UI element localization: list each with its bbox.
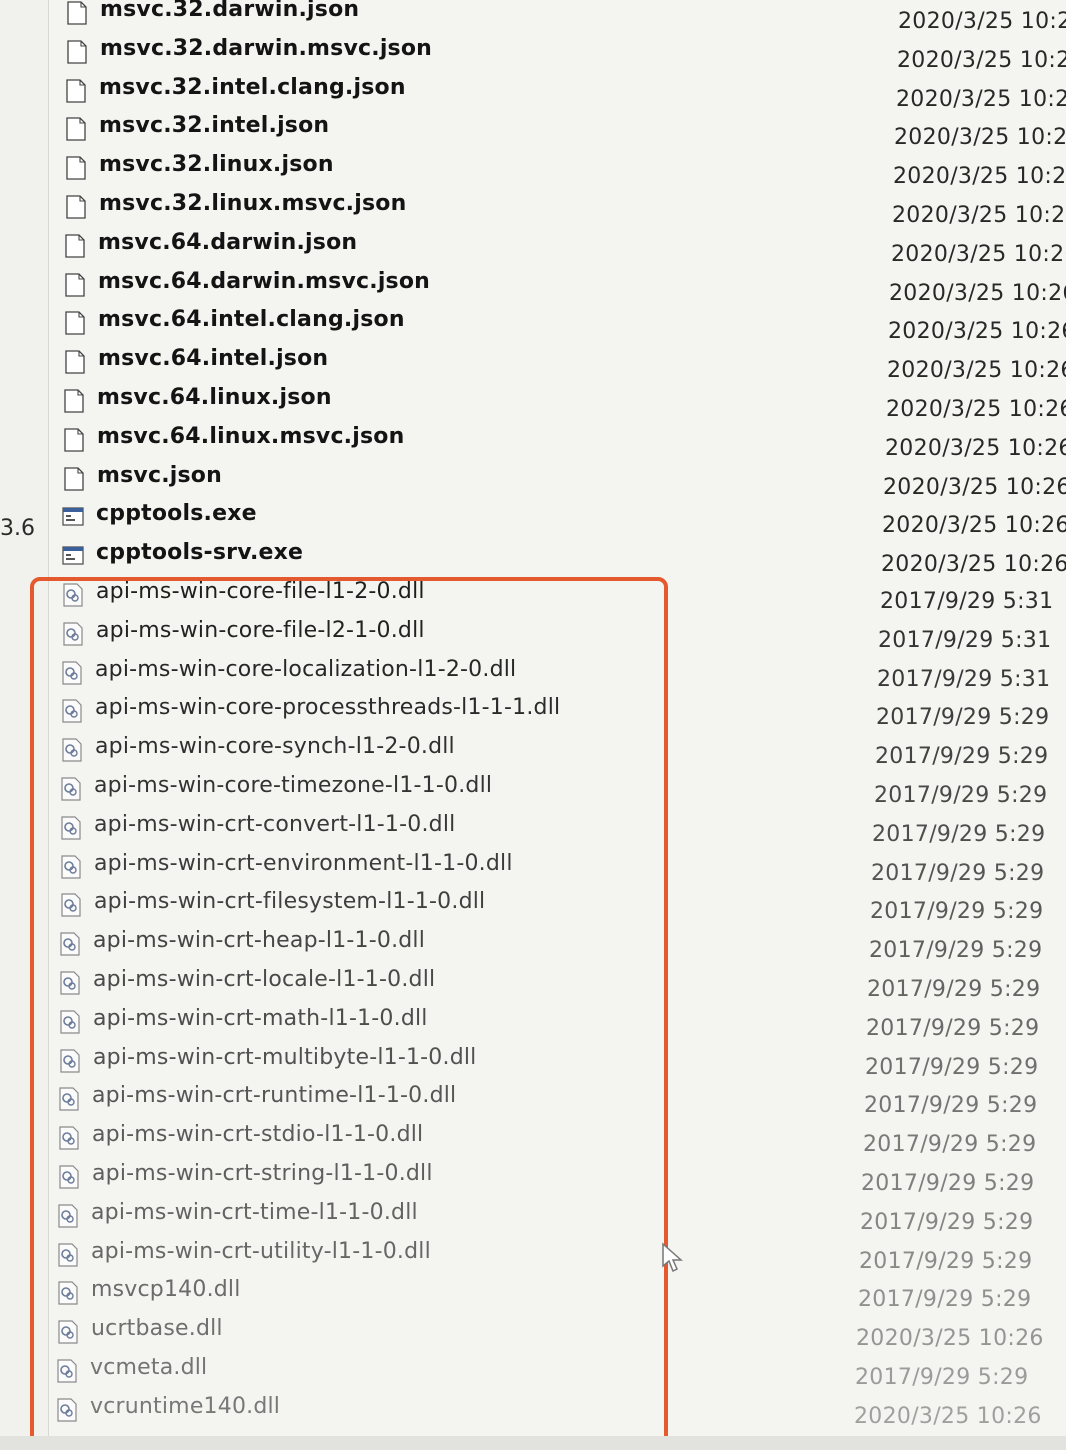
file-date-modified: 2017/9/29 5:29 (866, 1016, 1040, 1041)
json-file-icon (66, 195, 86, 219)
file-date-modified: 2020/3/25 10:26 (856, 1326, 1044, 1351)
file-date-modified: 2017/9/29 5:29 (867, 977, 1041, 1002)
file-date-modified: 2017/9/29 5:29 (859, 1249, 1033, 1274)
file-name: msvc.32.linux.json (99, 152, 334, 177)
file-date-modified: 2020/3/25 10:26 (898, 9, 1066, 34)
file-date-modified: 2020/3/25 10:26 (894, 125, 1066, 150)
file-row[interactable]: msvc.32.darwin.json 2020/3/25 10:26 (66, 0, 1066, 34)
json-file-icon (66, 156, 86, 180)
json-file-icon (65, 311, 85, 335)
file-date-modified: 2020/3/25 10:26 (881, 552, 1066, 577)
file-date-modified: 2020/3/25 10:26 (896, 87, 1066, 112)
json-file-icon (66, 117, 86, 141)
file-name: msvc.32.intel.json (99, 113, 330, 138)
file-date-modified: 2020/3/25 10:26 (882, 513, 1066, 538)
file-name: msvc.32.darwin.msvc.json (100, 36, 433, 61)
file-row[interactable]: msvc.64.intel.json 2020/3/25 10:26 (64, 344, 1066, 383)
file-row[interactable]: cpptools.exe 2020/3/25 10:26 (62, 499, 1066, 538)
file-date-modified: 2017/9/29 5:29 (864, 1093, 1038, 1118)
file-date-modified: 2020/3/25 10:26 (886, 397, 1066, 422)
file-date-modified: 2017/9/29 5:31 (880, 589, 1054, 614)
highlight-box (30, 577, 668, 1449)
file-row[interactable]: msvc.64.darwin.json 2020/3/25 10:26 (64, 228, 1066, 267)
json-file-icon (64, 389, 84, 413)
file-row[interactable]: msvc.32.darwin.msvc.json 2020/3/25 10:26 (66, 34, 1066, 73)
file-name: msvc.64.linux.msvc.json (97, 424, 405, 449)
file-name: msvc.32.linux.msvc.json (99, 191, 407, 216)
file-row[interactable]: msvc.json 2020/3/25 10:26 (63, 461, 1066, 500)
json-file-icon (67, 1, 87, 25)
file-date-modified: 2017/9/29 5:29 (870, 899, 1044, 924)
file-date-modified: 2017/9/29 5:31 (878, 628, 1052, 653)
file-date-modified: 2020/3/25 10:26 (897, 48, 1066, 73)
json-file-icon (65, 234, 85, 258)
file-date-modified: 2017/9/29 5:29 (871, 861, 1045, 886)
file-date-modified: 2017/9/29 5:29 (855, 1365, 1029, 1390)
file-row[interactable]: msvc.64.linux.msvc.json 2020/3/25 10:26 (63, 422, 1066, 461)
json-file-icon (65, 350, 85, 374)
file-date-modified: 2017/9/29 5:29 (872, 822, 1046, 847)
file-date-modified: 2020/3/25 10:26 (893, 164, 1066, 189)
file-date-modified: 2020/3/25 10:26 (883, 475, 1066, 500)
file-name: msvc.64.intel.json (98, 346, 329, 371)
file-date-modified: 2020/3/25 10:26 (888, 319, 1066, 344)
json-file-icon (66, 79, 86, 103)
file-date-modified: 2020/3/25 10:26 (889, 281, 1066, 306)
file-date-modified: 2020/3/25 10:26 (887, 358, 1066, 383)
file-name: msvc.32.intel.clang.json (99, 75, 406, 100)
file-date-modified: 2020/3/25 10:26 (885, 436, 1066, 461)
file-date-modified: 2017/9/29 5:31 (877, 667, 1051, 692)
file-row[interactable]: msvc.32.intel.clang.json 2020/3/25 10:26 (65, 73, 1066, 112)
file-row[interactable]: msvc.32.intel.json 2020/3/25 10:26 (65, 111, 1066, 150)
file-date-modified: 2020/3/25 10:26 (892, 203, 1066, 228)
file-name: cpptools.exe (96, 501, 257, 526)
file-name: msvc.32.darwin.json (100, 0, 360, 22)
file-row[interactable]: msvc.64.linux.json 2020/3/25 10:26 (63, 383, 1066, 422)
file-row[interactable]: msvc.64.intel.clang.json 2020/3/25 10:26 (64, 305, 1066, 344)
mouse-cursor-icon (662, 1242, 683, 1273)
file-date-modified: 2020/3/25 10:26 (854, 1404, 1042, 1429)
file-name: msvc.json (97, 463, 222, 488)
application-file-icon (62, 507, 84, 526)
file-row[interactable]: cpptools-srv.exe 2020/3/25 10:26 (62, 538, 1066, 577)
json-file-icon (64, 428, 84, 452)
file-name: cpptools-srv.exe (96, 540, 304, 565)
file-name: msvc.64.linux.json (97, 385, 332, 410)
file-row[interactable]: msvc.32.linux.json 2020/3/25 10:26 (65, 150, 1066, 189)
file-date-modified: 2020/3/25 10:26 (891, 242, 1066, 267)
file-row[interactable]: msvc.64.darwin.msvc.json 2020/3/25 10:26 (64, 267, 1066, 306)
json-file-icon (64, 467, 84, 491)
file-date-modified: 2017/9/29 5:29 (875, 744, 1049, 769)
json-file-icon (67, 40, 87, 64)
file-date-modified: 2017/9/29 5:29 (863, 1132, 1037, 1157)
json-file-icon (65, 273, 85, 297)
file-date-modified: 2017/9/29 5:29 (874, 783, 1048, 808)
file-date-modified: 2017/9/29 5:29 (869, 938, 1043, 963)
file-date-modified: 2017/9/29 5:29 (861, 1171, 1035, 1196)
file-date-modified: 2017/9/29 5:29 (858, 1287, 1032, 1312)
file-date-modified: 2017/9/29 5:29 (876, 705, 1050, 730)
file-name: msvc.64.intel.clang.json (98, 307, 405, 332)
file-row[interactable]: msvc.32.linux.msvc.json 2020/3/25 10:26 (65, 189, 1066, 228)
file-date-modified: 2017/9/29 5:29 (860, 1210, 1034, 1235)
file-name: msvc.64.darwin.msvc.json (98, 269, 431, 294)
file-name: msvc.64.darwin.json (98, 230, 358, 255)
file-date-modified: 2017/9/29 5:29 (865, 1055, 1039, 1080)
application-file-icon (62, 546, 84, 565)
status-bar (0, 1436, 1066, 1450)
